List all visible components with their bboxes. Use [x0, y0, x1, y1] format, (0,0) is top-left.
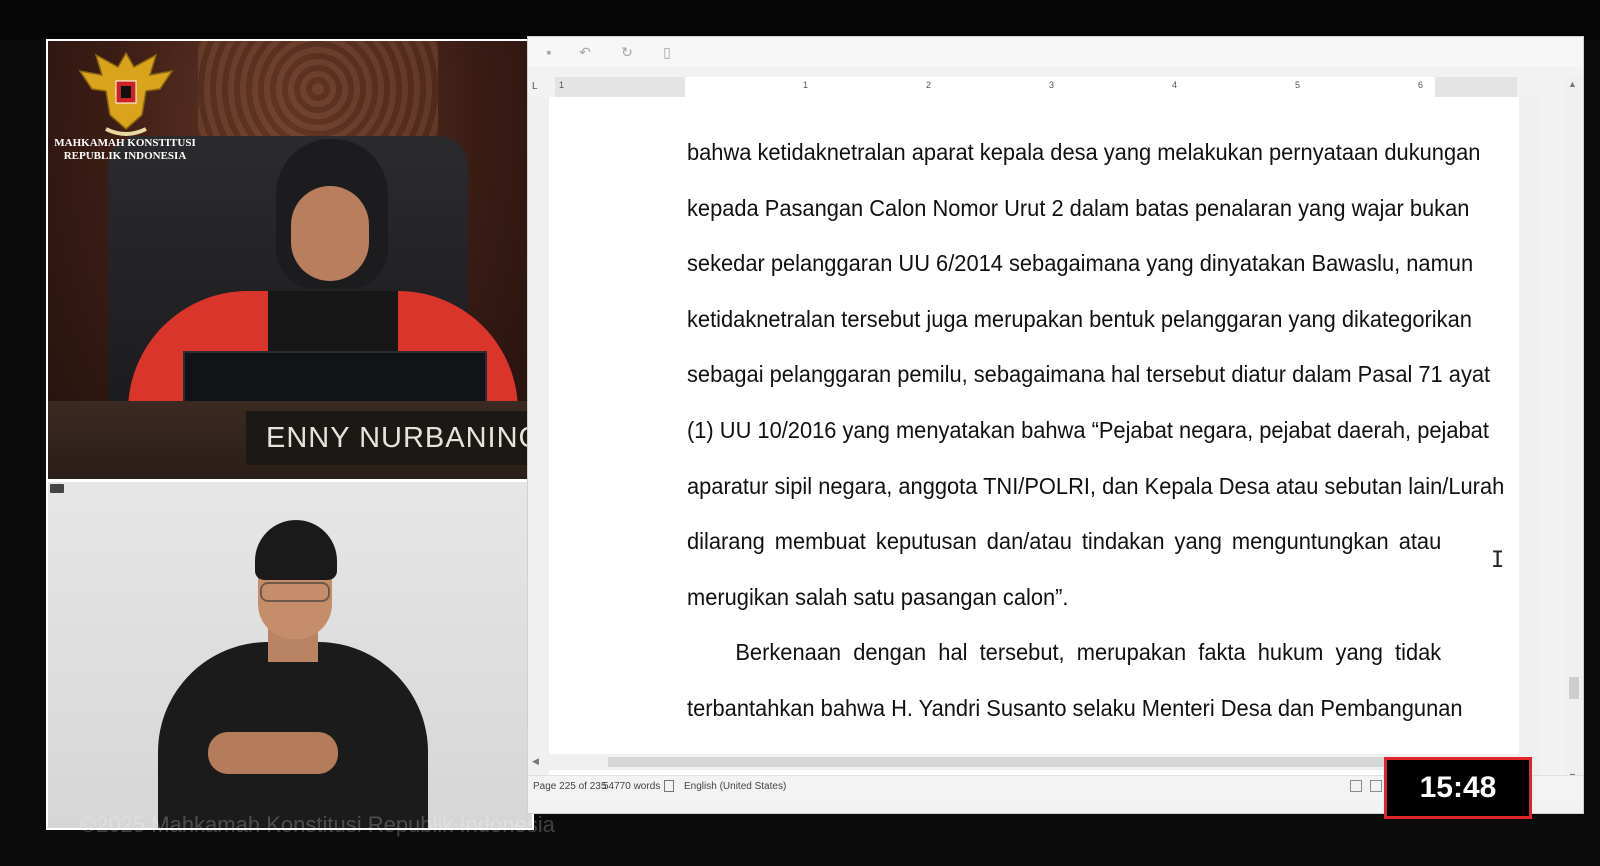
paragraph-line: sekedar pelanggaran UU 6/2014 sebagaiman… — [687, 250, 1474, 277]
court-name-line2: REPUBLIK INDONESIA — [63, 150, 187, 162]
vertical-scroll-thumb[interactable] — [1569, 677, 1579, 699]
ruler-left-margin — [555, 77, 685, 97]
paragraph-line: sebagai pelanggaran pemilu, sebagaimana … — [687, 361, 1491, 388]
document-body-text[interactable]: bahwa ketidaknetralan aparat kepala desa… — [687, 125, 1504, 737]
save-icon[interactable]: ▪ — [540, 43, 558, 61]
word-count[interactable]: 54770 words — [603, 781, 660, 792]
print-layout-icon[interactable] — [1370, 780, 1382, 792]
copyright-watermark: ©2025 Mahkamah Konstitusi Republik Indon… — [80, 812, 555, 837]
interpreter-glasses — [260, 582, 330, 602]
redo-icon[interactable]: ↻ — [618, 43, 636, 61]
paragraph-line: dilarang membuat keputusan dan/atau tind… — [687, 528, 1442, 555]
language-indicator[interactable]: English (United States) — [684, 781, 786, 792]
scroll-left-icon[interactable]: ◀ — [532, 756, 539, 767]
paragraph-line: Berkenaan dengan hal tersebut, merupakan… — [735, 639, 1442, 666]
read-mode-icon[interactable] — [1350, 780, 1362, 792]
interpreter-hands — [208, 732, 338, 774]
top-black-bar — [0, 0, 1600, 40]
judge-nameplate: ENNY NURBANINGSIH — [246, 411, 532, 465]
countdown-clock: 15:48 — [1384, 757, 1532, 819]
page-count[interactable]: Page 225 of 235 — [533, 781, 606, 792]
word-document-window: ▪ ↶ ↻ ▯ L 1 1 2 3 4 5 6 bahwa ketidaknet… — [527, 36, 1584, 814]
ruler-right-margin — [1435, 77, 1517, 97]
interpreter-hair — [255, 520, 337, 580]
vertical-scrollbar[interactable]: ▲ ▼ — [1565, 77, 1583, 789]
paragraph-line: (1) UU 10/2016 yang menyatakan bahwa “Pe… — [687, 416, 1489, 443]
document-page[interactable]: bahwa ketidaknetralan aparat kepala desa… — [549, 97, 1519, 797]
paragraph-line: bahwa ketidaknetralan aparat kepala desa… — [687, 139, 1481, 165]
judge-video-panel: ENNY NURBANINGSIH MAHKAMAH KONSTITUSI RE… — [46, 39, 534, 481]
court-name-caption: MAHKAMAH KONSTITUSI REPUBLIK INDONESIA — [50, 137, 200, 163]
garuda-emblem-icon — [78, 51, 174, 136]
camera-badge-icon — [50, 484, 64, 493]
proofing-icon[interactable] — [664, 780, 674, 792]
ruler-number: 1 — [559, 80, 565, 90]
document-area[interactable]: bahwa ketidaknetralan aparat kepala desa… — [528, 97, 1540, 797]
judge-face — [291, 186, 369, 281]
paragraph-line: ketidaknetralan tersebut juga merupakan … — [687, 305, 1472, 332]
paragraph-line: kepada Pasangan Calon Nomor Urut 2 dalam… — [687, 194, 1470, 221]
clipped-previous-line — [687, 63, 1441, 103]
tab-selector-icon[interactable]: L — [532, 81, 538, 92]
paragraph-line: aparatur sipil negara, anggota TNI/POLRI… — [687, 472, 1505, 499]
interpreter-video-panel — [46, 480, 534, 830]
text-cursor-icon: I — [1491, 548, 1505, 573]
scroll-up-icon[interactable]: ▲ — [1568, 79, 1577, 89]
court-name-line1: MAHKAMAH KONSTITUSI — [54, 137, 196, 149]
new-document-icon[interactable]: ▯ — [658, 43, 676, 61]
horizontal-scroll-thumb[interactable] — [608, 757, 1518, 767]
paragraph-line: terbantahkan bahwa H. Yandri Susanto sel… — [687, 694, 1463, 721]
undo-icon[interactable]: ↶ — [576, 43, 594, 61]
paragraph-line: merugikan salah satu pasangan calon”. — [687, 583, 1069, 610]
